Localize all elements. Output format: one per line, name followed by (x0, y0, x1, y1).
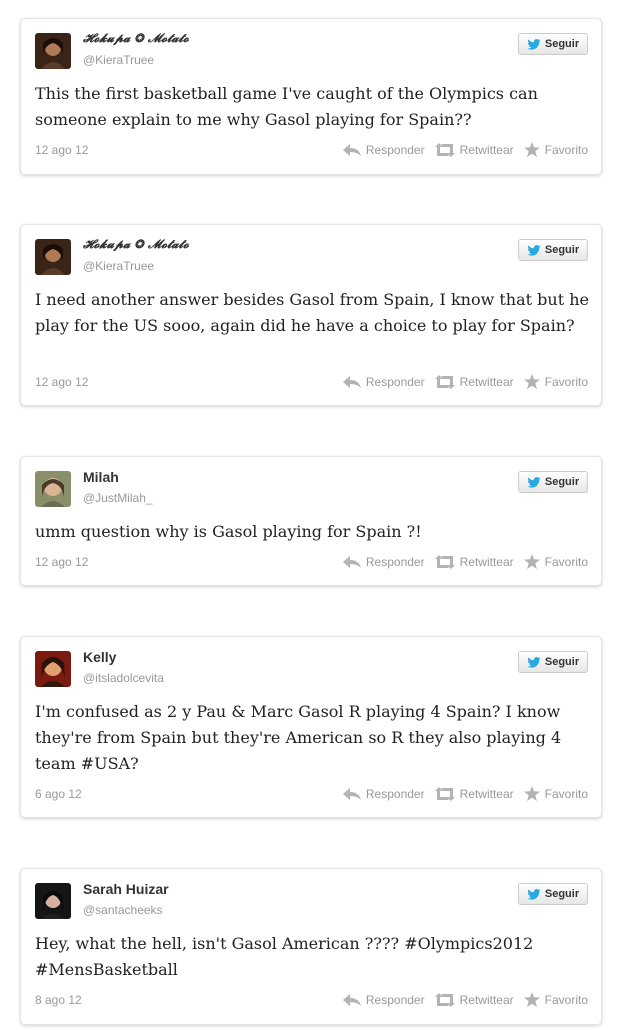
user-handle[interactable]: @JustMilah_ (83, 491, 153, 505)
user-handle[interactable]: @itsladolcevita (83, 671, 164, 685)
user-display-name[interactable]: 𝓗𝓸𝓴𝓾𝓹𝓪 ❂ 𝓜𝓸𝓽𝓪𝓽𝓸 (83, 31, 189, 46)
user-avatar[interactable] (35, 883, 71, 919)
follow-button[interactable]: Seguir (518, 471, 588, 493)
tweet-text: This the first basketball game I've caug… (35, 84, 538, 129)
reply-label: Responder (365, 554, 425, 569)
follow-button[interactable]: Seguir (518, 651, 588, 673)
star-icon (523, 142, 540, 157)
reply-action[interactable]: Responder (342, 142, 425, 157)
star-icon (523, 374, 540, 389)
star-icon (523, 992, 540, 1007)
retweet-icon (434, 374, 455, 389)
reply-label: Responder (365, 142, 425, 157)
tweet-actions: Responder Retwittear Favorito (342, 554, 588, 569)
tweet-date[interactable]: 12 ago 12 (35, 375, 88, 389)
tweet-card: Milah @JustMilah_ Seguir umm question wh… (20, 456, 602, 586)
tweet-actions: Responder Retwittear Favorito (342, 786, 588, 801)
follow-button[interactable]: Seguir (518, 33, 588, 55)
star-icon (523, 786, 540, 801)
favorite-label: Favorito (544, 786, 588, 801)
reply-action[interactable]: Responder (342, 374, 425, 389)
favorite-label: Favorito (544, 554, 588, 569)
retweet-action[interactable]: Retwittear (434, 786, 514, 801)
favorite-label: Favorito (544, 142, 588, 157)
user-avatar[interactable] (35, 239, 71, 275)
retweet-label: Retwittear (459, 786, 514, 801)
user-display-name[interactable]: Sarah Huizar (83, 881, 169, 897)
tweet-date[interactable]: 12 ago 12 (35, 555, 88, 569)
tweet-actions: Responder Retwittear Favorito (342, 992, 588, 1007)
retweet-icon (434, 992, 455, 1007)
reply-label: Responder (365, 992, 425, 1007)
tweet-text: I need another answer besides Gasol from… (35, 290, 589, 335)
twitter-bird-icon (527, 888, 541, 900)
reply-icon (342, 143, 361, 156)
tweet-text: umm question why is Gasol playing for Sp… (35, 522, 422, 541)
retweet-label: Retwittear (459, 374, 514, 389)
favorite-action[interactable]: Favorito (523, 374, 588, 389)
tweet-card: Sarah Huizar @santacheeks Seguir Hey, wh… (20, 868, 602, 1025)
twitter-bird-icon (527, 244, 541, 256)
tweet-card: 𝓗𝓸𝓴𝓾𝓹𝓪 ❂ 𝓜𝓸𝓽𝓪𝓽𝓸 @KieraTruee Seguir I nee… (20, 224, 602, 406)
user-avatar[interactable] (35, 651, 71, 687)
retweet-action[interactable]: Retwittear (434, 374, 514, 389)
retweet-label: Retwittear (459, 554, 514, 569)
retweet-icon (434, 554, 455, 569)
reply-icon (342, 375, 361, 388)
tweet-date[interactable]: 8 ago 12 (35, 993, 82, 1007)
tweet-text: I'm confused as 2 y Pau & Marc Gasol R p… (35, 702, 562, 773)
follow-button[interactable]: Seguir (518, 239, 588, 261)
reply-icon (342, 993, 361, 1006)
follow-label: Seguir (544, 888, 580, 900)
tweet-text: Hey, what the hell, isn't Gasol American… (35, 934, 534, 979)
user-avatar[interactable] (35, 471, 71, 507)
retweet-label: Retwittear (459, 992, 514, 1007)
favorite-action[interactable]: Favorito (523, 142, 588, 157)
reply-action[interactable]: Responder (342, 554, 425, 569)
reply-icon (342, 555, 361, 568)
favorite-action[interactable]: Favorito (523, 992, 588, 1007)
retweet-label: Retwittear (459, 142, 514, 157)
star-icon (523, 554, 540, 569)
tweet-card: 𝓗𝓸𝓴𝓾𝓹𝓪 ❂ 𝓜𝓸𝓽𝓪𝓽𝓸 @KieraTruee Seguir This … (20, 18, 602, 175)
twitter-bird-icon (527, 38, 541, 50)
retweet-icon (434, 786, 455, 801)
twitter-bird-icon (527, 656, 541, 668)
retweet-action[interactable]: Retwittear (434, 142, 514, 157)
user-display-name[interactable]: Kelly (83, 649, 116, 665)
user-handle[interactable]: @santacheeks (83, 903, 163, 917)
retweet-action[interactable]: Retwittear (434, 554, 514, 569)
follow-button[interactable]: Seguir (518, 883, 588, 905)
tweet-actions: Responder Retwittear Favorito (342, 374, 588, 389)
reply-action[interactable]: Responder (342, 992, 425, 1007)
retweet-action[interactable]: Retwittear (434, 992, 514, 1007)
follow-label: Seguir (544, 38, 580, 50)
tweet-card: Kelly @itsladolcevita Seguir I'm confuse… (20, 636, 602, 818)
retweet-icon (434, 142, 455, 157)
reply-action[interactable]: Responder (342, 786, 425, 801)
tweet-date[interactable]: 12 ago 12 (35, 143, 88, 157)
twitter-bird-icon (527, 476, 541, 488)
favorite-label: Favorito (544, 374, 588, 389)
user-handle[interactable]: @KieraTruee (83, 53, 154, 67)
user-avatar[interactable] (35, 33, 71, 69)
reply-label: Responder (365, 786, 425, 801)
follow-label: Seguir (544, 476, 580, 488)
tweet-actions: Responder Retwittear Favorito (342, 142, 588, 157)
favorite-action[interactable]: Favorito (523, 786, 588, 801)
follow-label: Seguir (544, 244, 580, 256)
user-handle[interactable]: @KieraTruee (83, 259, 154, 273)
user-display-name[interactable]: Milah (83, 469, 119, 485)
reply-label: Responder (365, 374, 425, 389)
user-display-name[interactable]: 𝓗𝓸𝓴𝓾𝓹𝓪 ❂ 𝓜𝓸𝓽𝓪𝓽𝓸 (83, 237, 189, 252)
reply-icon (342, 787, 361, 800)
follow-label: Seguir (544, 656, 580, 668)
favorite-label: Favorito (544, 992, 588, 1007)
favorite-action[interactable]: Favorito (523, 554, 588, 569)
tweet-date[interactable]: 6 ago 12 (35, 787, 82, 801)
